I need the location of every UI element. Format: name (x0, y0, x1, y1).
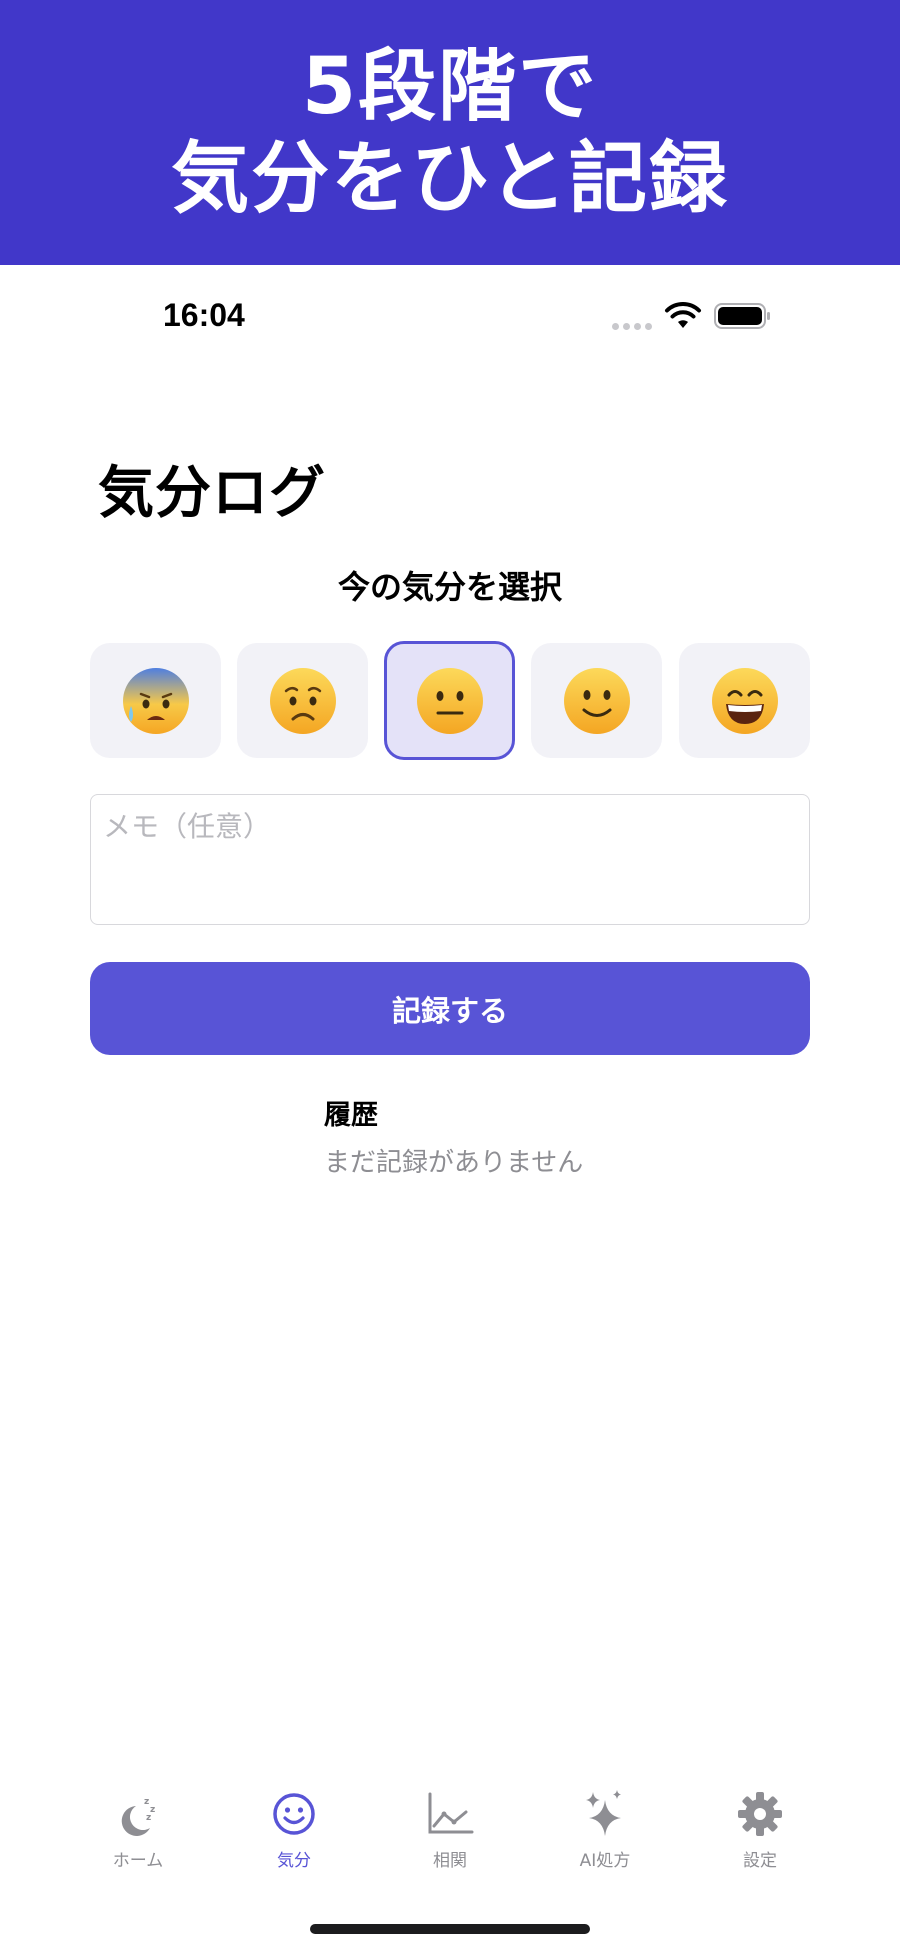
banner-line-1: 5段階で (301, 41, 599, 132)
gear-icon (738, 1792, 782, 1836)
history-heading: 履歴 (324, 1100, 378, 1131)
record-button[interactable]: 記録する (90, 962, 810, 1055)
smiley-face-icon (273, 1793, 315, 1835)
worried-face-icon (269, 667, 336, 734)
mood-selector (90, 641, 810, 760)
mood-select-prompt: 今の気分を選択 (337, 568, 562, 606)
history-empty-text: まだ記録がありません (324, 1148, 584, 1178)
svg-text:z: z (144, 1797, 149, 1807)
page-title: 気分ログ (98, 461, 326, 526)
promo-banner: 5段階で 気分をひと記録 (0, 0, 900, 265)
status-time: 16:04 (163, 297, 245, 333)
neutral-face-icon (416, 667, 483, 734)
tab-bar: z z z ホーム 気分 相関 AI処方 設定 (0, 1790, 900, 1900)
tab-settings-label: 設定 (743, 1851, 777, 1871)
tab-home[interactable]: z z z ホーム (78, 1790, 198, 1890)
banner-line-2: 気分をひと記録 (171, 133, 729, 224)
status-bar: 16:04 (0, 265, 900, 375)
mood-button-2[interactable] (237, 643, 368, 758)
tab-ai-prescription-label: AI処方 (579, 1851, 631, 1871)
tab-ai-prescription[interactable]: AI処方 (545, 1790, 665, 1890)
tab-mood-label: 気分 (277, 1851, 311, 1871)
mood-button-4[interactable] (531, 643, 662, 758)
tab-settings[interactable]: 設定 (700, 1790, 820, 1890)
sparkles-icon (586, 1790, 621, 1836)
anxious-sweat-face-icon (122, 667, 189, 734)
home-indicator[interactable] (310, 1924, 590, 1934)
tab-home-label: ホーム (112, 1851, 164, 1871)
grinning-face-icon (711, 667, 778, 734)
mood-button-1[interactable] (90, 643, 221, 758)
mood-button-3[interactable] (384, 641, 515, 760)
wifi-icon (665, 302, 701, 328)
cellular-signal-icon (612, 323, 652, 330)
line-chart-icon (428, 1792, 474, 1834)
svg-text:z: z (146, 1813, 151, 1823)
tab-correlation-label: 相関 (433, 1851, 467, 1871)
slightly-smiling-face-icon (563, 667, 630, 734)
mood-button-5[interactable] (679, 643, 810, 758)
moon-sleep-icon: z z z (121, 1797, 155, 1836)
tab-mood[interactable]: 気分 (234, 1790, 354, 1890)
tab-correlation[interactable]: 相関 (390, 1790, 510, 1890)
battery-icon (714, 303, 770, 329)
memo-input[interactable] (90, 794, 810, 925)
